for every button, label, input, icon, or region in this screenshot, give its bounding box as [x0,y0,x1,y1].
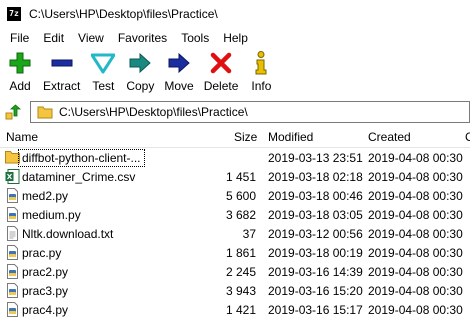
python-file-icon [5,264,20,279]
column-modified[interactable]: Modified [268,130,313,144]
menu-bar: File Edit View Favorites Tools Help [0,27,470,48]
address-input[interactable]: C:\Users\HP\Desktop\files\Practice\ [30,101,470,123]
file-name: prac.py [22,246,62,260]
window-title: C:\Users\HP\Desktop\files\Practice\ [29,6,218,21]
menu-help[interactable]: Help [216,29,255,47]
file-size: 3 682 [225,208,256,222]
file-row[interactable]: prac2.py 2 245 2019-03-16 14:39 2019-04-08 … [0,262,470,281]
menu-favorites[interactable]: Favorites [111,29,174,47]
python-file-icon [5,207,20,222]
add-button[interactable]: Add [2,51,38,96]
file-created: 2019-04-08 00:30 [368,303,463,317]
sevenzip-app-icon: 7z [7,6,21,21]
delete-label: Delete [203,79,239,93]
file-created: 2019-04-08 00:30 [368,151,463,165]
delete-x-icon [208,51,234,75]
file-created: 2019-04-08 00:30 [368,208,463,222]
file-row[interactable]: prac4.py 1 421 2019-03-16 15:17 2019-04-08 … [0,300,470,319]
file-size: 2 245 [225,265,256,279]
info-label: Info [251,79,272,93]
file-modified: 2019-03-18 03:05 [268,208,363,222]
file-size: 37 [242,227,256,241]
copy-button[interactable]: Copy [121,51,159,96]
column-created[interactable]: Created [368,130,411,144]
file-modified: 2019-03-18 00:46 [268,189,363,203]
minus-icon [49,51,75,75]
file-size: 1 451 [225,170,256,184]
extract-label: Extract [43,79,81,93]
column-name[interactable]: Name [6,130,38,144]
excel-icon [5,169,20,184]
move-label: Move [164,79,194,93]
python-file-icon [5,302,20,317]
folder-icon [5,150,20,165]
address-path: C:\Users\HP\Desktop\files\Practice\ [59,105,248,119]
add-label: Add [9,79,31,93]
column-extra[interactable]: C [465,130,470,144]
address-bar: C:\Users\HP\Desktop\files\Practice\ [0,100,470,124]
file-row[interactable]: diffbot-python-client-... 2019-03-13 23:5… [0,148,470,167]
copy-arrow-icon [127,51,153,75]
menu-file[interactable]: File [3,29,36,47]
plus-icon [7,51,33,75]
info-button[interactable]: Info [243,51,279,96]
file-created: 2019-04-08 00:30 [368,170,463,184]
file-modified: 2019-03-12 00:56 [268,227,363,241]
file-created: 2019-04-08 00:30 [368,284,463,298]
column-header: Name Size Modified Created C [0,126,470,148]
delete-button[interactable]: Delete [199,51,244,96]
file-name: prac2.py [22,265,69,279]
extract-button[interactable]: Extract [38,51,85,96]
file-size: 3 943 [225,284,256,298]
python-file-icon [5,245,20,260]
file-modified: 2019-03-16 14:39 [268,265,363,279]
file-modified: 2019-03-16 15:17 [268,303,363,317]
up-folder-button[interactable] [4,103,22,121]
file-created: 2019-04-08 00:30 [368,189,463,203]
file-name: medium.py [22,208,81,222]
menu-tools[interactable]: Tools [174,29,216,47]
python-file-icon [5,283,20,298]
python-file-icon [5,188,20,203]
file-created: 2019-04-08 00:30 [368,227,463,241]
menu-edit[interactable]: Edit [36,29,71,47]
file-name: prac3.py [22,284,69,298]
title-bar: 7z C:\Users\HP\Desktop\files\Practice\ [0,0,470,27]
move-button[interactable]: Move [159,51,198,96]
test-label: Test [92,79,115,93]
info-icon [248,51,274,75]
file-size: 1 421 [225,303,256,317]
file-size: 1 861 [225,246,256,260]
move-arrow-icon [166,51,192,75]
file-name: Nltk.download.txt [22,227,114,241]
text-file-icon [5,226,20,241]
file-row[interactable]: prac3.py 3 943 2019-03-16 15:20 2019-04-08 … [0,281,470,300]
file-modified: 2019-03-13 23:51 [268,151,363,165]
file-list: Name Size Modified Created C diffbot-pyt… [0,126,470,332]
toolbar: Add Extract Test Copy Move Delete Info [0,48,470,98]
file-row[interactable]: Nltk.download.txt 37 2019-03-12 00:56 2019-… [0,224,470,243]
file-row[interactable]: medium.py 3 682 2019-03-18 03:05 2019-04-08… [0,205,470,224]
file-row[interactable]: prac.py 1 861 2019-03-18 00:19 2019-04-08 0… [0,243,470,262]
file-modified: 2019-03-16 15:20 [268,284,363,298]
copy-label: Copy [126,79,155,93]
file-modified: 2019-03-18 00:19 [268,246,363,260]
file-name: dataminer_Crime.csv [22,170,136,184]
file-created: 2019-04-08 00:30 [368,265,463,279]
file-row[interactable]: dataminer_Crime.csv 1 451 2019-03-18 02:18… [0,167,470,186]
file-name: prac4.py [22,303,69,317]
file-created: 2019-04-08 00:30 [368,246,463,260]
up-folder-icon [5,104,21,120]
file-name: med2.py [22,189,69,203]
file-name: diffbot-python-client-... [18,149,145,167]
menu-view[interactable]: View [71,29,111,47]
folder-icon [37,106,53,119]
file-modified: 2019-03-18 02:18 [268,170,363,184]
column-size[interactable]: Size [234,130,257,144]
file-row[interactable]: med2.py 5 600 2019-03-18 00:46 2019-04-08 0… [0,186,470,205]
check-icon [90,51,116,75]
test-button[interactable]: Test [85,51,121,96]
file-size: 5 600 [225,189,256,203]
